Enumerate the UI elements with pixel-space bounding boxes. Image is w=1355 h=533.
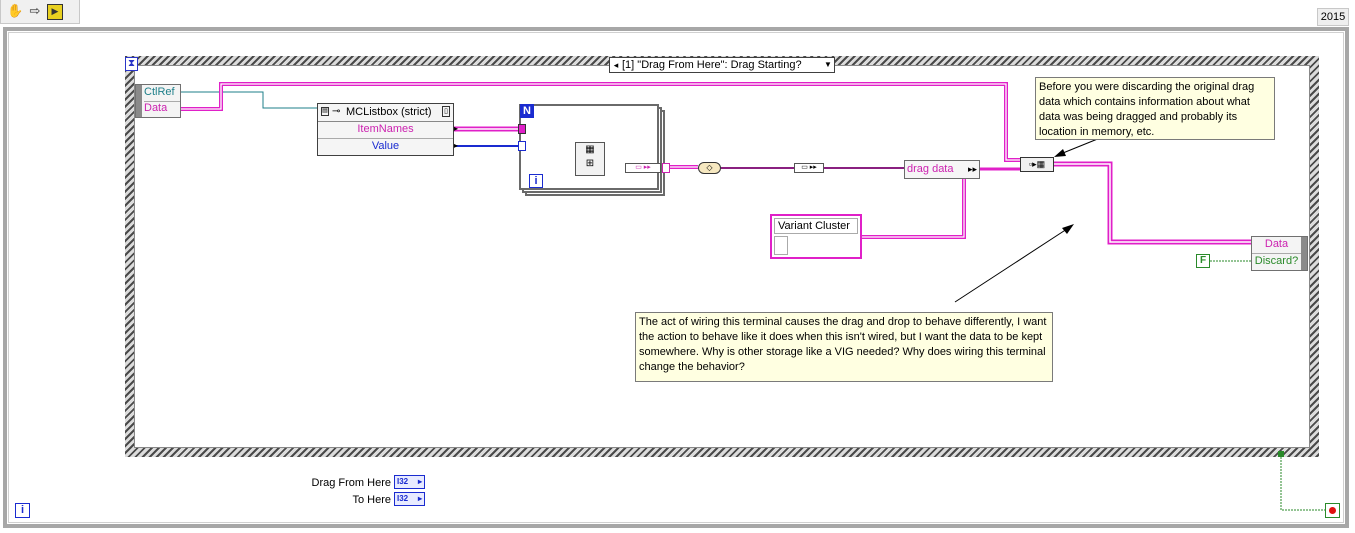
property-node-header: ▤ ⊸ MCListbox (strict) ▯ — [318, 104, 453, 122]
terminal-arrow-icon: ▸ — [417, 494, 422, 503]
property-node-title: MCListbox (strict) — [346, 106, 432, 118]
output-event-node[interactable]: Data Discard? — [1251, 236, 1308, 271]
terminal-arrow-icon: ▸ — [417, 477, 422, 486]
event-data-data[interactable]: Data — [144, 101, 180, 117]
ctlref-wire — [181, 91, 318, 109]
drag-from-here-terminal[interactable]: I32 ▸ — [394, 475, 425, 489]
to-here-type: I32 — [397, 494, 409, 503]
build-array-icon[interactable]: ▭ ▸▸ — [625, 163, 661, 173]
event-data-ctlref[interactable]: CtlRef — [144, 85, 180, 102]
stop-tunnel — [1278, 451, 1284, 457]
value-tunnel — [518, 141, 526, 151]
index-array-icon[interactable]: ▦ ⊞ — [575, 142, 605, 176]
output-discard[interactable]: Discard? — [1252, 254, 1301, 270]
false-constant[interactable]: F — [1196, 254, 1210, 268]
drag-from-here-label: Drag From Here — [311, 477, 391, 489]
key-icon: ⊸ — [332, 106, 341, 117]
itemnames-out-arrow: ▸ — [453, 124, 458, 133]
drag-data-label: drag data — [907, 163, 954, 175]
to-here-label: To Here — [352, 494, 391, 506]
to-variant-icon[interactable]: ◇ — [698, 162, 721, 174]
bundle-by-name-icon[interactable]: ▫▸▦ — [1020, 157, 1054, 172]
while-loop-iteration-terminal[interactable]: i — [15, 503, 30, 518]
itemnames-tunnel — [518, 124, 526, 134]
stop-wire — [1280, 457, 1325, 511]
bundled-output-wire — [1053, 161, 1252, 245]
variant-cluster-element[interactable] — [774, 236, 788, 255]
variant-to-data-icon[interactable]: ▭ ▸▸ — [794, 163, 824, 173]
variant-cluster-label: Variant Cluster — [774, 218, 858, 234]
drag-data-arrow-icon: ▸▸ — [967, 164, 977, 174]
drag-from-here-type: I32 — [397, 477, 409, 486]
bottom-comment: The act of wiring this terminal causes t… — [635, 312, 1053, 382]
output-tunnel — [662, 163, 670, 173]
property-node[interactable]: ▤ ⊸ MCListbox (strict) ▯ ItemNames Value… — [317, 103, 458, 156]
event-data-node[interactable]: CtlRef Data — [135, 84, 181, 118]
output-data[interactable]: Data — [1252, 237, 1301, 254]
property-node-error-icon: ▯ — [442, 106, 450, 117]
drag-data-wire — [862, 167, 1020, 239]
event-data-node-bar — [136, 85, 142, 117]
bottom-comment-arrow — [954, 226, 1071, 303]
drag-data-node[interactable]: drag data ▸▸ — [904, 160, 980, 179]
property-node-ref-icon: ▤ — [321, 107, 329, 116]
top-comment: Before you were discarding the original … — [1035, 77, 1275, 140]
property-itemnames[interactable]: ItemNames — [318, 121, 453, 139]
variant-cluster-constant[interactable]: Variant Cluster — [770, 214, 862, 259]
loop-iteration-terminal[interactable]: i — [529, 174, 543, 188]
loop-count-terminal[interactable]: N — [520, 104, 534, 118]
property-value[interactable]: Value — [318, 138, 453, 155]
output-node-bar — [1301, 237, 1307, 270]
stop-button-icon[interactable] — [1325, 503, 1340, 518]
value-out-arrow: ▸ — [453, 141, 458, 150]
to-here-terminal[interactable]: I32 ▸ — [394, 492, 425, 506]
